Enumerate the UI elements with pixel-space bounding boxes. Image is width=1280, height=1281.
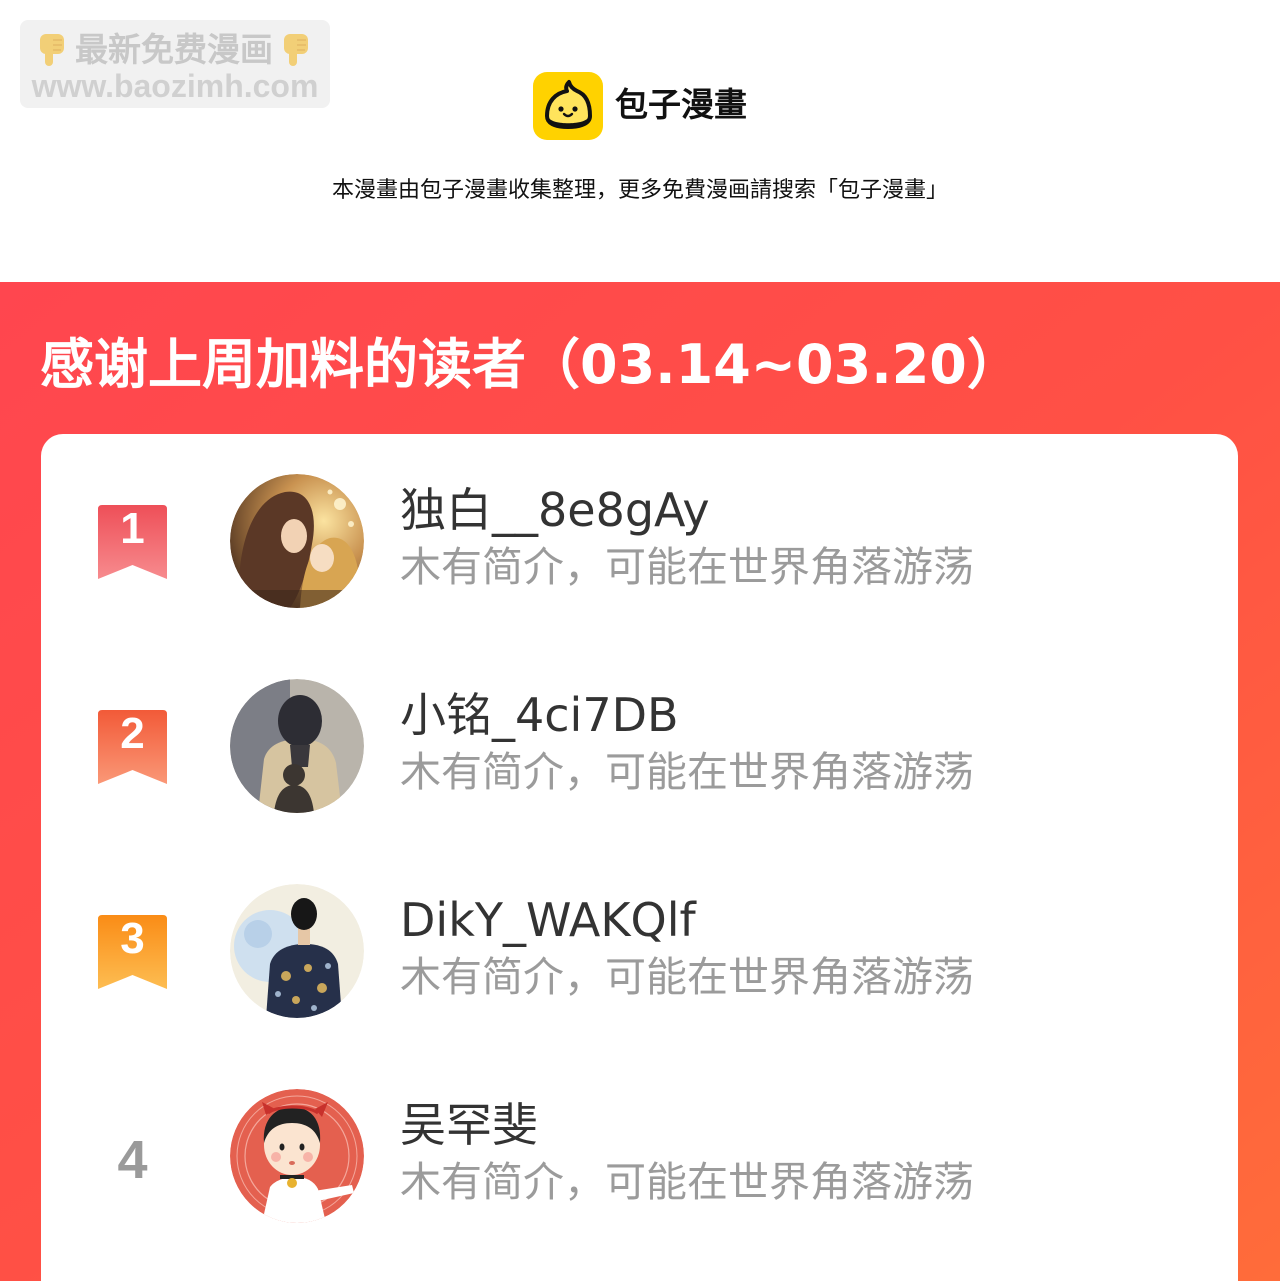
reader-row[interactable]: 1 独白__8e8gAy 木有简介，可能在世界角落游荡 xyxy=(41,439,1238,644)
brand-name: 包子漫畫 xyxy=(615,85,747,124)
watermark-url[interactable]: www.baozimh.com xyxy=(20,68,330,104)
reader-name[interactable]: 吴罕斐 xyxy=(400,1097,974,1153)
reader-row[interactable]: 4 吴罕斐 木有简介，可能在世界角落游荡 xyxy=(41,1054,1238,1259)
watermark: 最新免费漫画 www.baozimh.com xyxy=(20,20,330,108)
reader-name[interactable]: 小铭_4ci7DB xyxy=(400,687,974,743)
rank-badge: 3 xyxy=(98,915,167,989)
steamed-bun-icon xyxy=(533,72,603,140)
reader-info: 吴罕斐 木有简介，可能在世界角落游荡 xyxy=(400,1097,974,1211)
avatar[interactable] xyxy=(230,884,364,1018)
pointing-down-icon xyxy=(284,34,308,66)
reader-info: 小铭_4ci7DB 木有简介，可能在世界角落游荡 xyxy=(400,687,974,801)
rank-badge: 1 xyxy=(98,505,167,579)
page: 最新免费漫画 www.baozimh.com 包子漫畫 本漫畫由包子漫畫收集整理… xyxy=(0,0,1280,1281)
reader-bio: 木有简介，可能在世界角落游荡 xyxy=(400,543,974,591)
watermark-headline: 最新免费漫画 xyxy=(36,30,312,70)
avatar-image xyxy=(230,474,364,608)
rank-number: 1 xyxy=(120,504,145,553)
reader-info: DikY_WAKQlf 木有简介，可能在世界角落游荡 xyxy=(400,892,974,1006)
avatar-image xyxy=(230,884,364,1018)
reader-name[interactable]: DikY_WAKQlf xyxy=(400,892,974,948)
banner-title: 感谢上周加料的读者（03.14~03.20） xyxy=(40,333,1021,396)
avatar[interactable] xyxy=(230,679,364,813)
rank-badge: 2 xyxy=(98,710,167,784)
reader-bio: 木有简介，可能在世界角落游荡 xyxy=(400,1158,974,1206)
reader-bio: 木有简介，可能在世界角落游荡 xyxy=(400,748,974,796)
rank-number: 2 xyxy=(120,709,145,758)
rank-number: 3 xyxy=(120,914,145,963)
avatar[interactable] xyxy=(230,1089,364,1223)
reader-list: 1 独白__8e8gAy 木有简介，可能在世界角落游荡 2 小铭_4ci7DB … xyxy=(41,434,1238,1281)
pointing-down-icon xyxy=(40,34,64,66)
rank-number: 4 xyxy=(117,1130,148,1190)
source-notice: 本漫畫由包子漫畫收集整理，更多免費漫画請搜索「包子漫畫」 xyxy=(331,178,948,203)
watermark-text: 最新免费漫画 xyxy=(75,30,273,69)
thanks-banner: 感谢上周加料的读者（03.14~03.20） 1 独白__8e8gAy 木有简介… xyxy=(0,282,1280,1281)
reader-name[interactable]: 独白__8e8gAy xyxy=(400,482,974,538)
avatar-image xyxy=(230,1089,364,1223)
avatar-image xyxy=(230,679,364,813)
reader-bio: 木有简介，可能在世界角落游荡 xyxy=(400,953,974,1001)
avatar[interactable] xyxy=(230,474,364,608)
reader-row[interactable]: 2 小铭_4ci7DB 木有简介，可能在世界角落游荡 xyxy=(41,644,1238,849)
reader-info: 独白__8e8gAy 木有简介，可能在世界角落游荡 xyxy=(400,482,974,596)
reader-row[interactable]: 3 DikY_WAKQlf 木有简介，可能在世界角落游荡 xyxy=(41,849,1238,1054)
